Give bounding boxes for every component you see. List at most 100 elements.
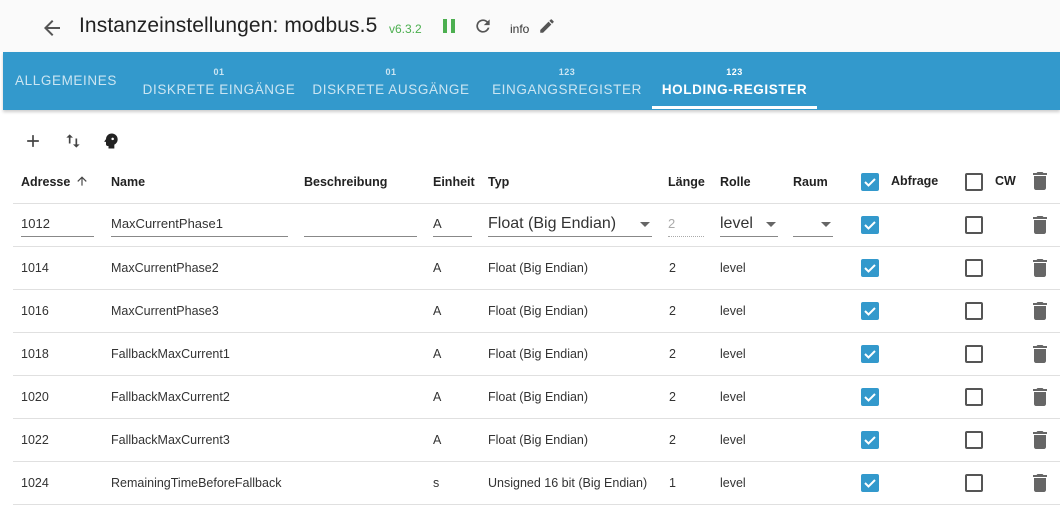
abfrage-checkbox[interactable] [861, 345, 879, 363]
cell-einheit: A [433, 433, 442, 447]
table-row[interactable]: 1020 FallbackMaxCurrent2 A Float (Big En… [13, 376, 1060, 419]
cell-adresse: 1024 [21, 476, 49, 490]
abfrage-checkbox[interactable] [861, 259, 879, 277]
beschreibung-input[interactable] [304, 213, 417, 237]
chevron-down-icon [821, 222, 831, 227]
cell-name: FallbackMaxCurrent1 [111, 347, 230, 361]
cell-rolle: level [720, 390, 746, 404]
header-raum[interactable]: Raum [793, 175, 828, 189]
pause-icon[interactable] [441, 17, 457, 35]
cell-einheit: A [433, 390, 442, 404]
laenge-input[interactable]: 2 [668, 213, 704, 237]
checkmark-icon [864, 221, 876, 230]
header-adresse[interactable]: Adresse [21, 175, 87, 189]
cell-name: RemainingTimeBeforeFallback [111, 476, 282, 490]
checkmark-icon [864, 393, 876, 402]
typ-select[interactable]: Float (Big Endian) [488, 213, 652, 237]
adresse-input[interactable]: 1012 [21, 213, 94, 237]
chevron-down-icon [640, 222, 650, 227]
tab-allgemeines[interactable]: ALLGEMEINES [3, 52, 129, 110]
cell-adresse: 1016 [21, 304, 49, 318]
cw-checkbox[interactable] [965, 431, 983, 449]
checkmark-icon [864, 264, 876, 273]
cell-rolle: level [720, 304, 746, 318]
cw-all-checkbox[interactable] [965, 173, 983, 191]
trash-icon[interactable] [1032, 474, 1048, 492]
cell-rolle: level [720, 433, 746, 447]
tab-diskrete-eingaenge[interactable]: 01 DISKRETE EINGÄNGE [139, 52, 299, 110]
checkmark-icon [864, 350, 876, 359]
trash-icon[interactable] [1032, 216, 1048, 234]
sort-ascending-icon[interactable] [75, 174, 89, 188]
header-rolle[interactable]: Rolle [720, 175, 751, 189]
table-row[interactable]: 1014 MaxCurrentPhase2 A Float (Big Endia… [13, 247, 1060, 290]
edit-pencil-icon[interactable] [538, 17, 556, 35]
cw-checkbox[interactable] [965, 388, 983, 406]
reload-icon[interactable] [473, 16, 493, 36]
trash-icon[interactable] [1032, 431, 1048, 449]
cell-laenge: 2 [669, 304, 676, 318]
table-row[interactable]: 1018 FallbackMaxCurrent1 A Float (Big En… [13, 333, 1060, 376]
cell-typ: Float (Big Endian) [488, 347, 589, 361]
cell-name: FallbackMaxCurrent2 [111, 390, 230, 404]
header-beschreibung[interactable]: Beschreibung [304, 175, 387, 189]
cw-checkbox[interactable] [965, 259, 983, 277]
cell-adresse: 1014 [21, 261, 49, 275]
checkmark-icon [864, 436, 876, 445]
checkmark-icon [864, 479, 876, 488]
cell-laenge: 2 [669, 390, 676, 404]
table-row-editing: 1012 MaxCurrentPhase1 A Float (Big Endia… [13, 204, 1060, 247]
abfrage-checkbox[interactable] [861, 388, 879, 406]
name-input[interactable]: MaxCurrentPhase1 [111, 213, 288, 237]
tab-diskrete-ausgaenge[interactable]: 01 DISKRETE AUSGÄNGE [311, 52, 471, 110]
cell-typ: Float (Big Endian) [488, 433, 589, 447]
cell-laenge: 2 [669, 347, 676, 361]
cell-einheit: A [433, 304, 442, 318]
table-row[interactable]: 1016 MaxCurrentPhase3 A Float (Big Endia… [13, 290, 1060, 333]
trash-icon[interactable] [1032, 345, 1048, 363]
cw-checkbox[interactable] [965, 345, 983, 363]
tab-eingangsregister[interactable]: 123 EINGANGSREGISTER [487, 52, 647, 110]
cell-laenge: 2 [669, 433, 676, 447]
header-abfrage: Abfrage [891, 174, 939, 188]
header-laenge[interactable]: Länge [668, 175, 705, 189]
abfrage-checkbox[interactable] [861, 302, 879, 320]
rolle-select[interactable]: level [720, 213, 778, 237]
back-arrow-icon[interactable] [40, 16, 64, 40]
cell-rolle: level [720, 476, 746, 490]
cell-einheit: s [433, 476, 440, 490]
abfrage-checkbox[interactable] [861, 216, 879, 234]
cw-checkbox[interactable] [965, 474, 983, 492]
cell-adresse: 1018 [21, 347, 49, 361]
tab-holding-register[interactable]: 123 HOLDING-REGISTER [652, 52, 817, 110]
checkmark-icon [864, 307, 876, 316]
chevron-down-icon [766, 222, 776, 227]
cell-einheit: A [433, 347, 442, 361]
cell-typ: Float (Big Endian) [488, 304, 589, 318]
role-head-icon[interactable] [101, 131, 121, 151]
add-icon[interactable] [23, 131, 43, 151]
trash-icon[interactable] [1032, 259, 1048, 277]
cw-checkbox[interactable] [965, 302, 983, 320]
table-row[interactable]: 1022 FallbackMaxCurrent3 A Float (Big En… [13, 419, 1060, 462]
table-row[interactable]: 1024 RemainingTimeBeforeFallback s Unsig… [13, 462, 1060, 505]
cw-checkbox[interactable] [965, 216, 983, 234]
einheit-input[interactable]: A [433, 213, 472, 237]
header-einheit[interactable]: Einheit [433, 175, 475, 189]
cell-adresse: 1020 [21, 390, 49, 404]
register-table-card: Adresse Name Beschreibung Einheit Typ Lä… [13, 118, 1060, 508]
page-title: Instanzeinstellungen: modbus.5 [79, 14, 378, 37]
raum-select[interactable] [793, 213, 833, 237]
abfrage-all-checkbox[interactable] [861, 173, 879, 191]
trash-icon[interactable] [1032, 302, 1048, 320]
sort-arrows-icon[interactable] [63, 131, 83, 151]
abfrage-checkbox[interactable] [861, 474, 879, 492]
header-typ[interactable]: Typ [488, 175, 509, 189]
cell-laenge: 2 [669, 261, 676, 275]
abfrage-checkbox[interactable] [861, 431, 879, 449]
header-name[interactable]: Name [111, 175, 145, 189]
tab-bar: ALLGEMEINES 01 DISKRETE EINGÄNGE 01 DISK… [3, 52, 1060, 110]
trash-icon[interactable] [1032, 388, 1048, 406]
delete-all-trash-icon[interactable] [1032, 172, 1048, 190]
cell-typ: Unsigned 16 bit (Big Endian) [488, 476, 648, 490]
